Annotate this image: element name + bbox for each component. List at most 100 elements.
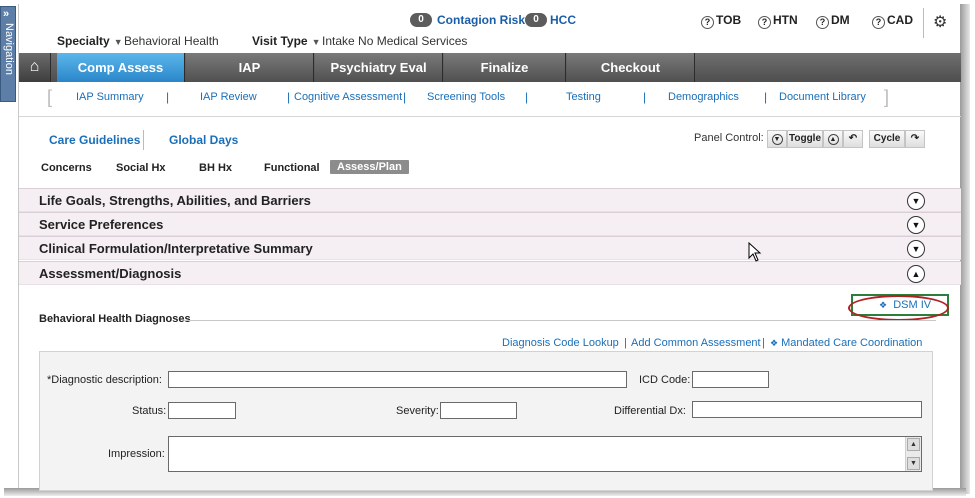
cycle-forward-button[interactable]: ↷ [905,130,925,148]
help-icon: ? [701,16,714,29]
action-separator: | [762,337,765,349]
chevron-down-icon[interactable]: ▼ [907,240,925,258]
accordion-service-preferences[interactable]: Service Preferences ▼ [19,212,961,236]
help-icon: ? [872,16,885,29]
scroll-up-icon[interactable]: ▲ [907,438,920,451]
icd-code-label: ICD Code: [639,374,691,386]
specialty-label: Specialty ▼ [57,34,129,48]
care-guidelines-link[interactable]: Care Guidelines [49,133,140,147]
subnav-separator: | [166,90,170,104]
impression-textarea[interactable]: ▲ ▼ [168,436,922,472]
diamond-icon: ❖ [770,338,779,348]
impression-scrollbar[interactable]: ▲ ▼ [905,437,921,471]
visit-type-label: Visit Type ▼ [252,34,327,48]
subnav-separator: | [643,90,647,104]
subnav-separator: | [403,90,407,104]
cycle-button[interactable]: Cycle [869,130,905,148]
diagnosis-form: *Diagnostic description: ICD Code: Statu… [39,351,933,491]
accordion-label: Service Preferences [39,217,164,232]
diagnoses-title: Behavioral Health Diagnoses [39,313,191,325]
chevron-up-icon[interactable]: ▲ [907,265,925,283]
sub-nav: [ IAP Summary | IAP Review | Cognitive A… [19,85,961,111]
differential-dx-input[interactable] [692,401,922,418]
collapse-all-button[interactable]: ▲ [823,130,843,148]
quick-htn[interactable]: ? HTN [758,13,798,29]
accordion-label: Clinical Formulation/Interpretative Summ… [39,241,313,256]
severity-input[interactable] [440,402,517,419]
divider [19,116,961,117]
accordion-life-goals[interactable]: Life Goals, Strengths, Abilities, and Ba… [19,188,961,212]
hcc-link[interactable]: HCC [550,13,576,27]
specialty-label-text: Specialty [57,34,110,48]
cycle-back-button[interactable]: ↶ [843,130,863,148]
subnav-cognitive-assessment[interactable]: Cognitive Assessment [294,91,402,103]
tab-iap[interactable]: IAP [186,53,314,82]
accordion-assessment-diagnosis[interactable]: Assessment/Diagnosis ▲ [19,261,961,285]
quick-cad[interactable]: ? CAD [872,13,913,29]
subnav-separator: | [287,90,291,104]
visit-type-value[interactable]: Intake No Medical Services [322,34,467,48]
quick-tob[interactable]: ? TOB [701,13,741,29]
diagnosis-code-lookup-link[interactable]: Diagnosis Code Lookup [502,337,619,349]
icd-code-input[interactable] [692,371,769,388]
quick-tob-label: TOB [716,13,742,27]
diamond-icon: ❖ [879,300,888,310]
subnav-iap-review[interactable]: IAP Review [200,91,257,103]
subnav-demographics[interactable]: Demographics [668,91,739,103]
subnav-bracket-left: [ [47,87,53,107]
subnav-testing[interactable]: Testing [566,91,601,103]
home-icon[interactable]: ⌂ [19,53,51,82]
contagion-risk-link[interactable]: Contagion Risk [437,13,525,27]
accordion-label: Life Goals, Strengths, Abilities, and Ba… [39,193,311,208]
section-tab-functional[interactable]: Functional [264,162,320,174]
toggle-button[interactable]: Toggle [787,130,823,148]
specialty-value[interactable]: Behavioral Health [124,34,219,48]
dropdown-triangle-icon[interactable]: ▼ [312,37,321,47]
subnav-iap-summary[interactable]: IAP Summary [76,91,144,103]
diagnostic-description-input[interactable] [168,371,627,388]
chevron-down-icon[interactable]: ▼ [907,192,925,210]
accordion-clinical-formulation[interactable]: Clinical Formulation/Interpretative Summ… [19,236,961,260]
scroll-down-icon[interactable]: ▼ [907,457,920,470]
chevron-down-icon: ▼ [771,134,783,145]
diagnostic-description-label: *Diagnostic description: [47,374,162,386]
dropdown-triangle-icon[interactable]: ▼ [114,37,123,47]
quick-dm-label: DM [831,13,850,27]
gear-icon[interactable]: ⚙ [933,12,947,32]
tab-finalize[interactable]: Finalize [444,53,566,82]
status-label: Status: [132,405,167,417]
status-input[interactable] [168,402,236,419]
chevron-down-icon[interactable]: ▼ [907,216,925,234]
global-days-link[interactable]: Global Days [169,133,238,147]
section-tab-assess-plan[interactable]: Assess/Plan [330,160,409,174]
contagion-count-badge: 0 [410,13,432,27]
visit-type-label-text: Visit Type [252,34,308,48]
main-nav-bar: ⌂ Comp Assess IAP Psychiatry Eval Finali… [19,53,961,82]
expand-icon[interactable]: » [3,9,14,20]
panel-control-label: Panel Control: [694,132,764,144]
differential-dx-label: Differential Dx: [614,405,686,417]
app-window: 0 Contagion Risk 0 HCC ? TOB ? HTN ? DM ? CA… [18,4,961,491]
expand-all-button[interactable]: ▼ [767,130,787,148]
chevron-up-icon: ▲ [827,134,839,145]
add-common-assessment-link[interactable]: Add Common Assessment [631,337,761,349]
hcc-count-badge: 0 [525,13,547,27]
impression-label: Impression: [108,448,165,460]
navigation-strip[interactable]: » Navigation [0,6,16,102]
tab-comp-assess[interactable]: Comp Assess [57,53,185,82]
subnav-document-library[interactable]: Document Library [779,91,866,103]
section-tab-social-hx[interactable]: Social Hx [116,162,166,174]
tab-checkout[interactable]: Checkout [567,53,695,82]
subnav-bracket-right: ] [884,87,890,107]
subnav-screening-tools[interactable]: Screening Tools [427,91,505,103]
help-icon: ? [758,16,771,29]
section-tab-bh-hx[interactable]: BH Hx [199,162,232,174]
quick-dm[interactable]: ? DM [816,13,850,29]
mandated-care-coordination-link[interactable]: ❖ Mandated Care Coordination [770,337,922,349]
top-divider [923,8,924,38]
dsm-iv-link[interactable]: ❖ DSM IV [879,299,931,311]
section-tab-concerns[interactable]: Concerns [41,162,92,174]
tab-psychiatry-eval[interactable]: Psychiatry Eval [315,53,443,82]
mouse-cursor-icon [748,242,762,262]
action-separator: | [624,337,627,349]
